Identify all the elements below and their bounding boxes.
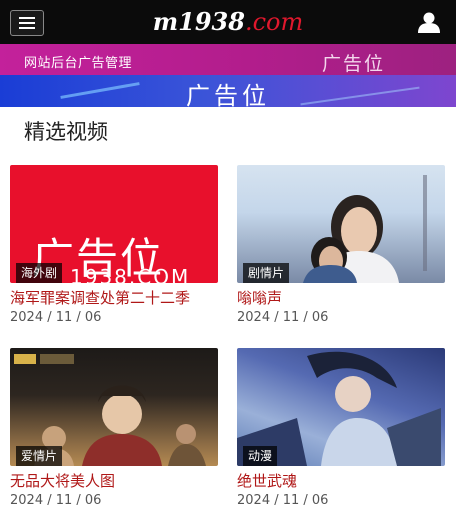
video-thumbnail[interactable]: 爱情片	[10, 348, 218, 466]
section-title: 精选视频	[24, 120, 108, 144]
video-title[interactable]: 嗡嗡声	[237, 287, 282, 308]
site-logo[interactable]: m1938.com	[0, 7, 456, 36]
video-date: 2024 / 11 / 06	[237, 310, 329, 325]
banner-decoration	[60, 82, 140, 99]
banner-decoration	[300, 86, 420, 106]
ad-admin-text: 网站后台广告管理	[24, 56, 133, 71]
video-card[interactable]: 动漫 绝世武魂 2024 / 11 / 06	[237, 348, 445, 508]
ad-slot-label: 广告位	[322, 53, 386, 75]
video-date: 2024 / 11 / 06	[10, 310, 102, 325]
video-title[interactable]: 绝世武魂	[237, 470, 297, 491]
category-tag: 动漫	[243, 446, 278, 466]
logo-tld: .com	[244, 8, 304, 36]
category-tag: 剧情片	[243, 263, 290, 283]
video-card[interactable]: 剧情片 嗡嗡声 2024 / 11 / 06	[237, 165, 445, 325]
video-date: 2024 / 11 / 06	[237, 493, 329, 508]
thumb-url-text: 1938.COM	[70, 265, 191, 283]
video-thumbnail[interactable]: 剧情片	[237, 165, 445, 283]
category-tag: 爱情片	[16, 446, 63, 466]
video-card[interactable]: 广告位 1938.COM 海外剧 海军罪案调查处第二十二季 2024 / 11 …	[10, 165, 218, 325]
video-title[interactable]: 无品大将美人图	[10, 470, 115, 491]
category-tag: 海外剧	[16, 263, 63, 283]
video-date: 2024 / 11 / 06	[10, 493, 102, 508]
video-thumbnail[interactable]: 动漫	[237, 348, 445, 466]
video-title[interactable]: 海军罪案调查处第二十二季	[10, 287, 190, 308]
ad-slot-center-label: 广告位	[186, 82, 270, 107]
user-icon[interactable]	[417, 11, 441, 33]
video-thumbnail[interactable]: 广告位 1938.COM 海外剧	[10, 165, 218, 283]
ad-banner-admin[interactable]: 网站后台广告管理 广告位	[0, 44, 456, 75]
ad-banner-slot[interactable]: 广告位	[0, 75, 456, 107]
top-navbar: m1938.com	[0, 0, 456, 44]
logo-main: m1938	[152, 7, 245, 36]
video-card[interactable]: 爱情片 无品大将美人图 2024 / 11 / 06	[10, 348, 218, 508]
